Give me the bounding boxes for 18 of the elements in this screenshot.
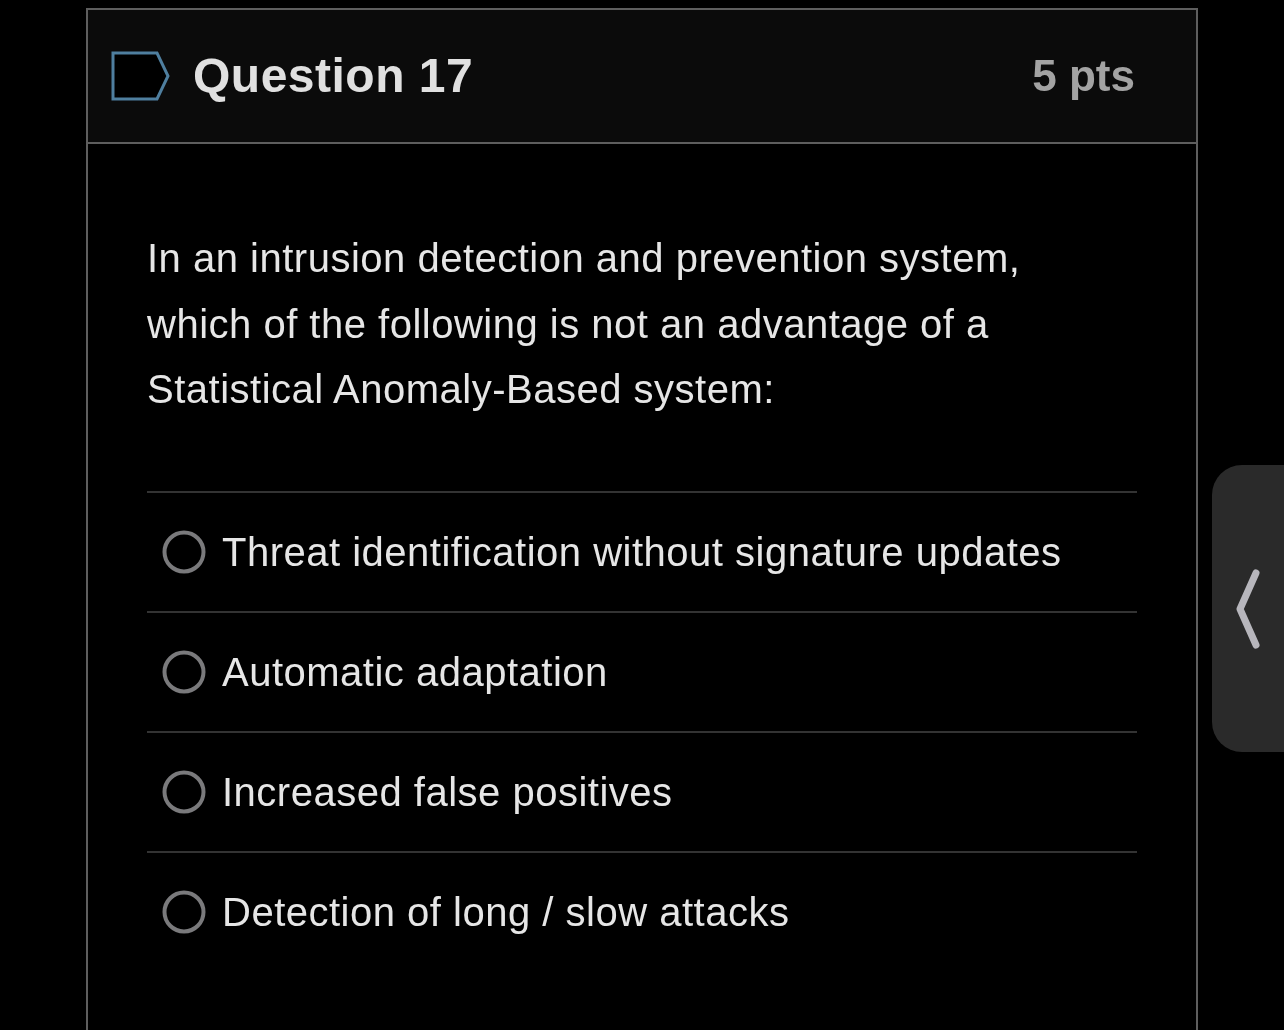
chevron-left-icon [1236,568,1260,649]
radio-button[interactable] [162,649,206,694]
side-panel-tab[interactable] [1212,465,1284,752]
option-label: Detection of long / slow attacks [222,888,790,936]
answer-option[interactable]: Threat identification without signature updates [147,490,1137,611]
option-label: Increased false positives [222,768,673,816]
answer-option[interactable]: Increased false positives [147,730,1137,851]
bookmark-flag-icon[interactable] [111,51,171,101]
question-points: 5 pts [1032,51,1135,101]
question-title: Question 17 [193,49,474,103]
radio-button[interactable] [162,529,206,574]
question-text: In an intrusion detection and prevention system, which of the following is not an advantage of a Statistical Anomaly-Based system: [147,235,1022,413]
answer-option[interactable]: Detection of long / slow attacks [147,850,1137,971]
option-label: Automatic adaptation [222,648,608,696]
answer-option[interactable]: Automatic adaptation [147,610,1137,731]
option-label: Threat identification without signature updates [222,528,1062,576]
radio-button[interactable] [162,889,206,934]
radio-button[interactable] [162,769,206,814]
